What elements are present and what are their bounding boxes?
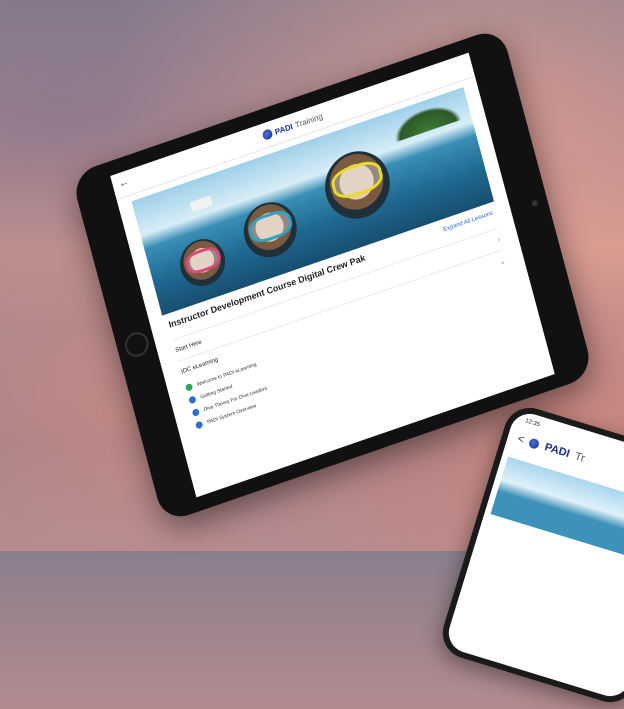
padi-training-logo: PADI Training <box>261 111 324 142</box>
tablet-camera <box>531 199 539 208</box>
logo-sub: Training <box>294 111 324 130</box>
completed-check-icon <box>184 382 194 392</box>
lesson-status-icon <box>191 407 201 418</box>
padi-globe-icon <box>528 437 541 450</box>
section-label: Start Here <box>174 338 203 354</box>
chevron-down-icon: ⌄ <box>498 255 507 267</box>
logo-brand: PADI <box>273 121 294 137</box>
lesson-status-icon <box>188 395 197 405</box>
back-arrow-icon[interactable]: < <box>516 433 526 446</box>
padi-globe-icon <box>261 128 274 142</box>
island-with-palms <box>389 98 462 143</box>
logo-brand: PADI <box>543 441 572 461</box>
chevron-right-icon: › <box>496 234 502 245</box>
dive-boat <box>189 195 214 213</box>
lesson-status-icon <box>194 420 204 430</box>
back-arrow-icon[interactable]: ← <box>117 175 131 190</box>
tablet-home-button <box>122 328 152 361</box>
logo-sub: Tr <box>573 450 587 465</box>
